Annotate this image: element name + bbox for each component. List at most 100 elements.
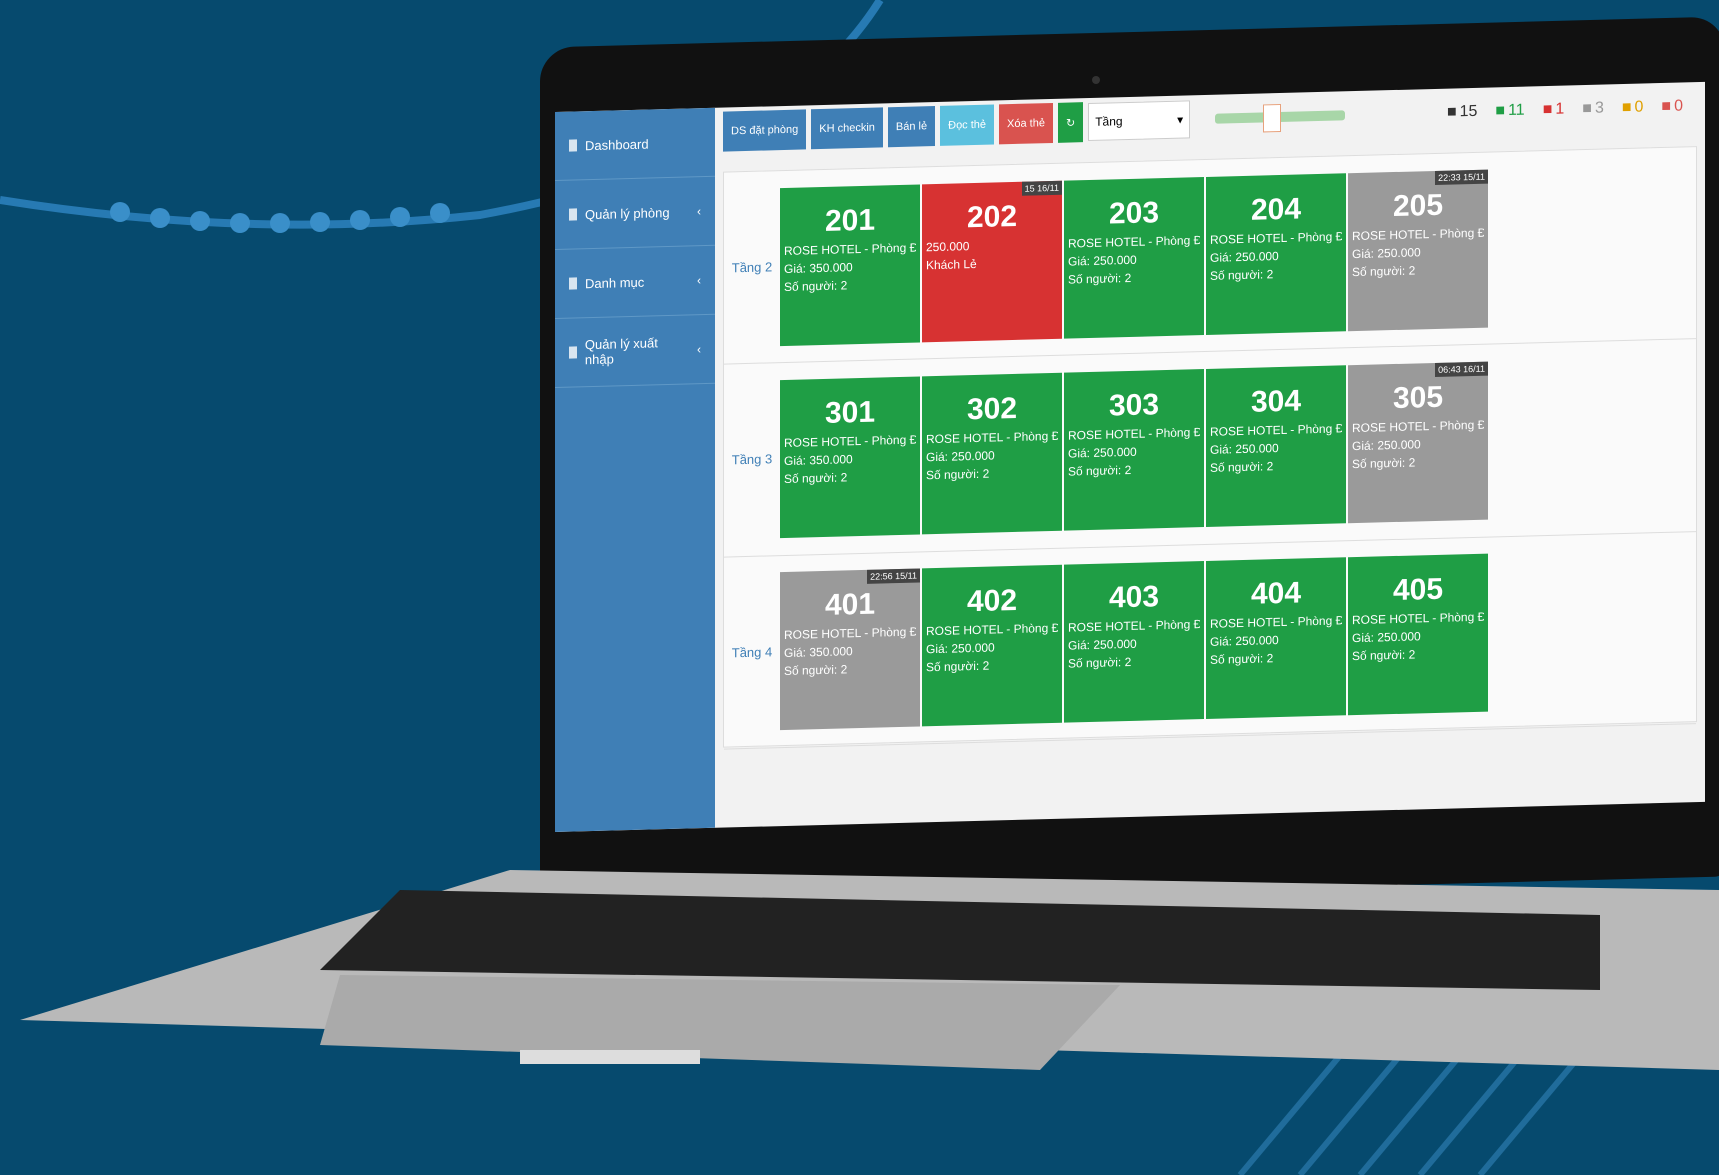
room-line: Số người: 2: [784, 278, 848, 294]
room-line: Số người: 2: [1068, 655, 1132, 671]
laptop-base: [20, 870, 1719, 1070]
stat-item: ■ 3: [1582, 100, 1604, 119]
room-card[interactable]: 303 ROSE HOTEL - Phòng Đơn Giá: 250.000 Số …: [1064, 368, 1204, 531]
room-line: Số người: 2: [784, 470, 848, 486]
room-line: ROSE HOTEL - Phòng Đơn: [926, 428, 1058, 447]
room-line: Khách Lẻ: [926, 256, 977, 272]
stat-item: ■ 0: [1661, 97, 1683, 116]
room-number: 204: [1250, 192, 1302, 227]
slider-knob[interactable]: [1263, 103, 1282, 133]
room-line: Giá: 250.000: [1352, 437, 1421, 454]
room-number: 304: [1250, 384, 1302, 419]
room-card[interactable]: 302 ROSE HOTEL - Phòng Đơn Giá: 250.000 Số …: [922, 372, 1062, 535]
laptop: Dashboard Quản lý phòng ‹ Danh mục ‹ Quản lý …: [0, 0, 1719, 1175]
room-number: 302: [966, 391, 1018, 427]
room-line: ROSE HOTEL - Phòng Đơn: [1352, 417, 1484, 436]
room-card[interactable]: 22:33 15/11 205 ROSE HOTEL - Phòng Đơn Giá:…: [1348, 169, 1488, 331]
room-card[interactable]: 405 ROSE HOTEL - Phòng Đơn Giá: 250.000 Số …: [1348, 553, 1488, 716]
toolbar-button[interactable]: DS đặt phòng: [723, 109, 807, 152]
room-line: Số người: 2: [1210, 266, 1274, 283]
available-room-icon: ■: [1495, 102, 1506, 120]
room-line: ROSE HOTEL - Phòng Đôi: [784, 432, 916, 450]
stat-item: ■ 15: [1447, 103, 1477, 122]
room-line: ROSE HOTEL - Phòng Đơn: [1352, 225, 1484, 243]
import-export-icon: [569, 346, 577, 359]
room-card[interactable]: 301 ROSE HOTEL - Phòng Đôi Giá: 350.000 Số …: [780, 376, 920, 539]
chevron-left-icon: ‹: [697, 204, 701, 219]
room-card[interactable]: 304 ROSE HOTEL - Phòng Đơn Giá: 250.000 Số …: [1206, 365, 1346, 527]
room-card[interactable]: 22:56 15/11 401 ROSE HOTEL - Phòng Đôi Giá:…: [780, 568, 920, 731]
app-screen: Dashboard Quản lý phòng ‹ Danh mục ‹ Quản lý …: [555, 81, 1705, 833]
room-stats: ■ 15 ■ 11 ■ 1 ■ 3 ■ 0 ■ 0: [1447, 97, 1697, 122]
room-card[interactable]: 06:43 16/11 305 ROSE HOTEL - Phòng Đơn Giá:…: [1348, 361, 1488, 524]
room-line: Số người: 2: [1068, 462, 1132, 479]
toolbar-button[interactable]: KH checkin: [811, 107, 883, 150]
camera: [1092, 76, 1100, 84]
toolbar-button[interactable]: Đọc thẻ: [940, 104, 995, 146]
room-time: 22:33 15/11: [1435, 169, 1488, 185]
room-time: 22:56 15/11: [867, 568, 920, 585]
stat-value: 0: [1674, 97, 1683, 115]
stat-value: 11: [1508, 101, 1525, 120]
room-line: Số người: 2: [1352, 263, 1416, 279]
sidebar-item-label: Quản lý phòng: [585, 204, 670, 222]
room-card[interactable]: 201 ROSE HOTEL - Phòng Đôi Giá: 350.000 Số …: [780, 184, 920, 346]
room-number: 303: [1108, 388, 1160, 423]
room-number: 201: [824, 203, 876, 238]
room-line: Giá: 250.000: [1068, 252, 1137, 269]
room-line: Giá: 250.000: [926, 448, 995, 465]
floor-label: Tầng 4: [731, 644, 773, 661]
floor-label: Tầng 2: [731, 259, 773, 276]
toolbar-button[interactable]: Xóa thẻ: [999, 102, 1053, 145]
floor-row: Tầng 2 201 ROSE HOTEL - Phòng Đôi Giá: 350.…: [724, 147, 1696, 365]
room-line: Số người: 2: [926, 658, 990, 675]
room-card[interactable]: 402 ROSE HOTEL - Phòng Đơn Giá: 250.000 Số …: [922, 565, 1062, 727]
stat-value: 1: [1555, 100, 1565, 118]
room-line: ROSE HOTEL - Phòng Đơn: [1068, 617, 1200, 635]
floor-select[interactable]: Tầng ▾: [1088, 100, 1191, 142]
room-line: ROSE HOTEL - Phòng Đơn: [1210, 613, 1342, 632]
main-area: DS đặt phòng KH checkin Bán lẻ Đọc thẻ Xóa t…: [715, 82, 1705, 828]
room-line: ROSE HOTEL - Phòng Đơn: [1068, 232, 1200, 251]
room-line: Số người: 2: [1352, 647, 1416, 664]
room-line: Số người: 2: [784, 662, 848, 679]
room-card[interactable]: 404 ROSE HOTEL - Phòng Đơn Giá: 250.000 Số …: [1206, 557, 1346, 720]
checkout-icon: ■: [1661, 97, 1672, 116]
room-line: Giá: 250.000: [1210, 441, 1279, 457]
room-line: ROSE HOTEL - Phòng Đơn: [1068, 425, 1200, 443]
room-number: 203: [1108, 195, 1160, 231]
sidebar: Dashboard Quản lý phòng ‹ Danh mục ‹ Quản lý …: [555, 107, 715, 833]
room-number: 202: [966, 199, 1018, 234]
room-line: Giá: 250.000: [1210, 248, 1279, 265]
floor-select-value: Tầng: [1095, 114, 1123, 129]
room-line: Số người: 2: [1210, 459, 1274, 475]
sidebar-item[interactable]: Dashboard: [555, 107, 715, 181]
room-line: Số người: 2: [1210, 651, 1274, 668]
room-line: Số người: 2: [926, 466, 990, 483]
toolbar-button[interactable]: Bán lẻ: [887, 106, 936, 148]
floor-label: Tầng 3: [731, 451, 773, 468]
room-number: 205: [1392, 188, 1444, 223]
room-card[interactable]: 203 ROSE HOTEL - Phòng Đơn Giá: 250.000 Số …: [1064, 176, 1204, 339]
room-card[interactable]: 403 ROSE HOTEL - Phòng Đơn Giá: 250.000 Số …: [1064, 561, 1204, 723]
sidebar-item-label: Dashboard: [585, 136, 649, 153]
sidebar-item[interactable]: Quản lý phòng ‹: [555, 176, 715, 250]
sidebar-item-label: Quản lý xuất nhập: [584, 335, 658, 368]
sidebar-item[interactable]: Quản lý xuất nhập ‹: [555, 314, 715, 388]
room-card[interactable]: 204 ROSE HOTEL - Phòng Đơn Giá: 250.000 Số …: [1206, 172, 1346, 335]
room-number: 403: [1108, 580, 1160, 615]
stat-item: ■ 0: [1622, 98, 1644, 117]
toolbar-button[interactable]: ↻: [1057, 102, 1084, 143]
sidebar-item[interactable]: Danh mục ‹: [555, 245, 715, 319]
wrench-icon: ■: [1621, 98, 1632, 117]
zoom-slider[interactable]: [1215, 103, 1346, 133]
room-line: ROSE HOTEL - Phòng Đôi: [784, 240, 916, 258]
floor-row: Tầng 3 301 ROSE HOTEL - Phòng Đôi Giá: 350.…: [724, 339, 1696, 558]
floor-row: Tầng 4 22:56 15/11 401 ROSE HOTEL - Phòng Đ…: [724, 531, 1696, 750]
room-line: ROSE HOTEL - Phòng Đơn: [1352, 609, 1484, 628]
home-icon: ■: [1446, 103, 1457, 121]
catalog-icon: [569, 277, 577, 290]
room-number: 305: [1392, 380, 1444, 416]
room-line: Giá: 350.000: [784, 452, 853, 468]
room-card[interactable]: 15 16/11 202 250.000 Khách Lẻ: [922, 180, 1062, 343]
